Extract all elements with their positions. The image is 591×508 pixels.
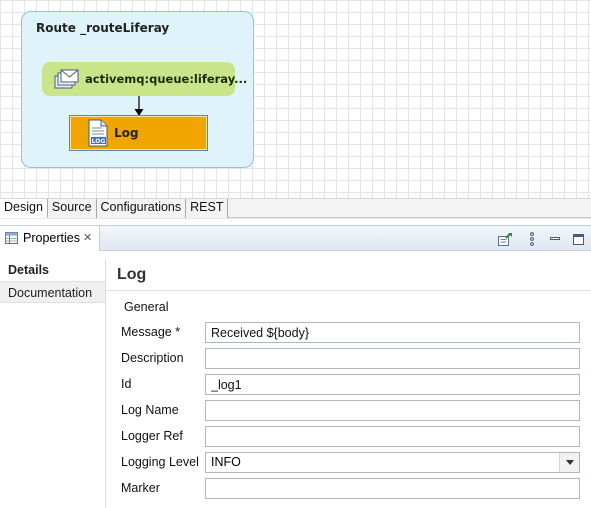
- tab-source[interactable]: Source: [47, 199, 97, 218]
- tab-configurations[interactable]: Configurations: [96, 199, 187, 218]
- sidebar-item-details[interactable]: Details: [0, 259, 105, 281]
- route-container[interactable]: Route _routeLiferay activemq:queue:lifer…: [21, 11, 254, 168]
- properties-sidebar: Details Documentation: [0, 259, 106, 508]
- logger-ref-field[interactable]: [205, 426, 580, 447]
- from-endpoint-label: activemq:queue:liferay...: [85, 72, 248, 86]
- svg-text:LOG: LOG: [92, 138, 106, 145]
- description-field[interactable]: [205, 348, 580, 369]
- page-title: Log: [117, 266, 147, 283]
- id-field[interactable]: [205, 374, 580, 395]
- from-endpoint-node[interactable]: activemq:queue:liferay...: [42, 62, 247, 96]
- section-general-label: General: [124, 300, 169, 314]
- close-icon[interactable]: ✕: [83, 231, 92, 244]
- view-menu-icon[interactable]: [524, 231, 540, 247]
- logging-level-label: Logging Level: [121, 455, 199, 469]
- design-canvas[interactable]: Route _routeLiferay activemq:queue:lifer…: [0, 0, 591, 198]
- sidebar-item-documentation[interactable]: Documentation: [0, 281, 105, 303]
- log-name-label: Log Name: [121, 403, 179, 417]
- minimize-icon[interactable]: [547, 231, 563, 247]
- route-title: Route _routeLiferay: [36, 21, 170, 35]
- properties-view-header: Properties ✕: [0, 225, 591, 251]
- envelope-stack-icon: [54, 69, 79, 89]
- description-label: Description: [121, 351, 184, 365]
- properties-body: Details Documentation Log General Messag…: [0, 252, 591, 508]
- tab-bar-filler: [228, 199, 591, 218]
- logging-level-value: INFO: [211, 455, 241, 469]
- log-name-field[interactable]: [205, 400, 580, 421]
- logger-ref-label: Logger Ref: [121, 429, 183, 443]
- marker-field[interactable]: [205, 478, 580, 499]
- title-divider: [106, 290, 591, 291]
- connector-arrow: [134, 96, 144, 116]
- message-label: Message *: [121, 325, 181, 339]
- tab-properties[interactable]: Properties ✕: [0, 226, 100, 251]
- message-field[interactable]: [205, 322, 580, 343]
- log-file-icon: LOG: [88, 119, 108, 147]
- log-node[interactable]: LOG Log: [69, 115, 208, 151]
- maximize-icon[interactable]: [570, 231, 586, 247]
- logging-level-select[interactable]: INFO: [205, 452, 580, 473]
- pin-editor-icon[interactable]: [497, 231, 513, 247]
- chevron-down-icon[interactable]: [559, 453, 579, 472]
- sash[interactable]: [0, 218, 591, 225]
- id-label: Id: [121, 377, 132, 391]
- marker-label: Marker: [121, 481, 160, 495]
- log-node-label: Log: [114, 126, 139, 140]
- editor-tab-bar: Design Source Configurations REST: [0, 198, 591, 218]
- properties-table-icon: [5, 232, 18, 244]
- tab-rest[interactable]: REST: [186, 199, 229, 218]
- properties-tab-label: Properties: [23, 231, 80, 245]
- tab-design[interactable]: Design: [0, 199, 48, 218]
